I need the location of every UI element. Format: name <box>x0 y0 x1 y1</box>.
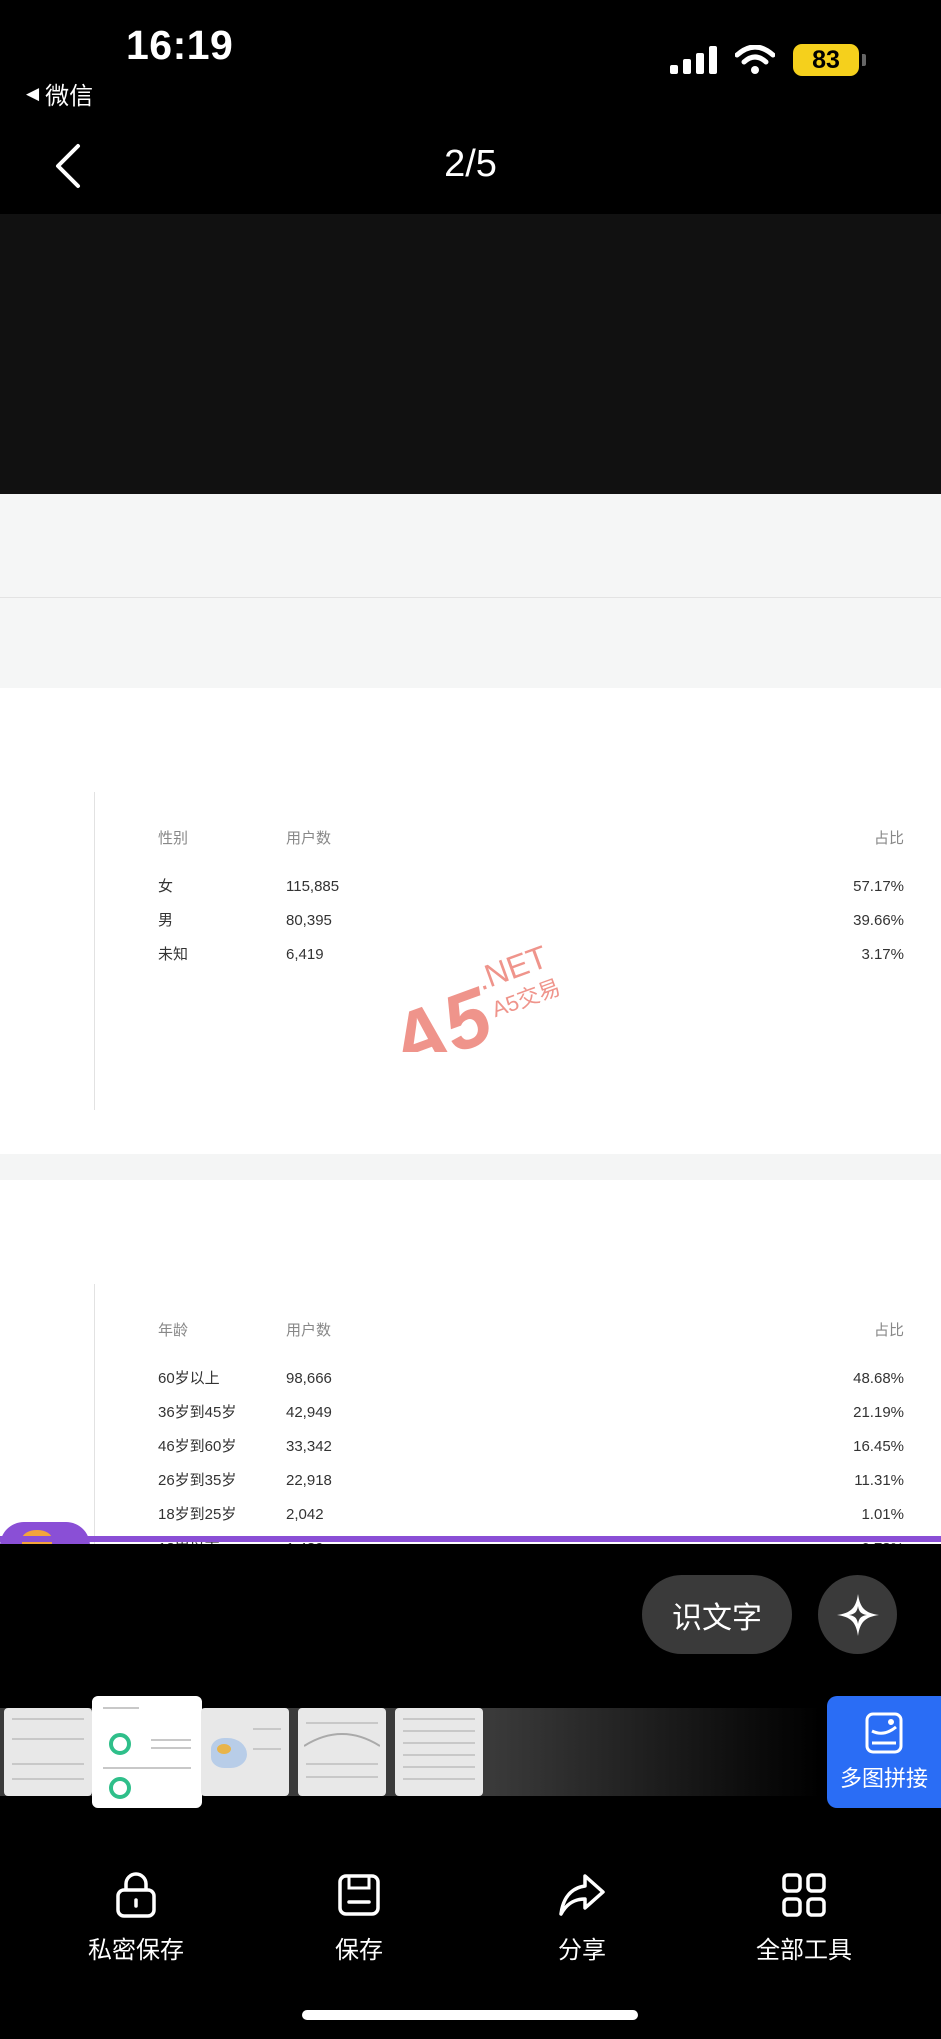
image-merge-icon <box>865 1712 903 1754</box>
panel-border <box>94 792 95 1110</box>
ai-sparkle-button[interactable] <box>818 1575 897 1654</box>
ocr-button[interactable]: 识文字 <box>642 1575 792 1654</box>
table-header: 性别 用户数 占比 <box>158 830 904 847</box>
sparkle-icon <box>836 1593 879 1636</box>
cellular-signal-icon <box>670 46 717 74</box>
save-disk-icon <box>338 1874 380 1916</box>
section-gap <box>0 1154 941 1180</box>
private-save-button[interactable]: 私密保存 <box>36 1870 236 1965</box>
merge-label: 多图拼接 <box>839 1766 928 1791</box>
save-button[interactable]: 保存 <box>259 1870 459 1965</box>
age-panel: 年龄 用户数 占比 60岁以上 98,666 48.68% 36岁到45岁 42… <box>0 1180 941 1544</box>
table-row: 26岁到35岁 22,918 11.31% <box>158 1472 904 1489</box>
bottom-toolbar: 私密保存 保存 分享 全部工具 <box>0 1870 941 1980</box>
lock-icon <box>116 1872 156 1918</box>
table-row: 女 115,885 57.17% <box>158 878 904 895</box>
thumbnail-5[interactable] <box>395 1708 483 1796</box>
table-header: 年龄 用户数 占比 <box>158 1322 904 1339</box>
grid-apps-icon <box>782 1873 826 1917</box>
status-time: 16:19 <box>126 22 234 68</box>
status-icons: 83 <box>670 44 866 76</box>
age-table: 年龄 用户数 占比 60岁以上 98,666 48.68% 36岁到45岁 42… <box>158 1314 904 1544</box>
table-row: 46岁到60岁 33,342 16.45% <box>158 1438 904 1455</box>
wifi-icon <box>735 45 775 74</box>
back-to-wechat[interactable]: ◀ 微信 <box>26 76 93 111</box>
a5-watermark-logo: A5 .NET A5交易 <box>380 942 564 1052</box>
battery-level: 83 <box>812 45 840 74</box>
image-viewer[interactable]: 性别 用户数 占比 女 115,885 57.17% 男 80,395 39.6… <box>0 214 941 1544</box>
table-row: 18岁到25岁 2,042 1.01% <box>158 1506 904 1523</box>
thumbnail-2-selected[interactable] <box>92 1696 202 1808</box>
thumbnail-strip[interactable] <box>0 1696 941 1808</box>
all-tools-button[interactable]: 全部工具 <box>704 1870 904 1965</box>
share-arrow-icon <box>559 1874 605 1916</box>
divider <box>0 597 941 598</box>
page-counter: 2/5 <box>444 143 497 185</box>
home-indicator[interactable] <box>302 2010 638 2020</box>
purple-divider <box>0 1536 941 1542</box>
battery-indicator: 83 <box>793 44 866 76</box>
multi-image-merge-button[interactable]: 多图拼接 <box>827 1696 941 1808</box>
gender-panel: 性别 用户数 占比 女 115,885 57.17% 男 80,395 39.6… <box>0 688 941 1154</box>
back-app-label: 微信 <box>45 83 94 110</box>
table-row: 60岁以上 98,666 48.68% <box>158 1370 904 1387</box>
table-row: 36岁到45岁 42,949 21.19% <box>158 1404 904 1421</box>
table-row: 男 80,395 39.66% <box>158 912 904 929</box>
thumbnail-1[interactable] <box>4 1708 92 1796</box>
panel-border <box>94 1284 95 1544</box>
share-button[interactable]: 分享 <box>482 1870 682 1965</box>
thumbnail-4[interactable] <box>298 1708 386 1796</box>
header-band <box>0 494 941 688</box>
thumbnail-3[interactable] <box>201 1708 289 1796</box>
back-triangle-icon: ◀ <box>26 83 40 103</box>
